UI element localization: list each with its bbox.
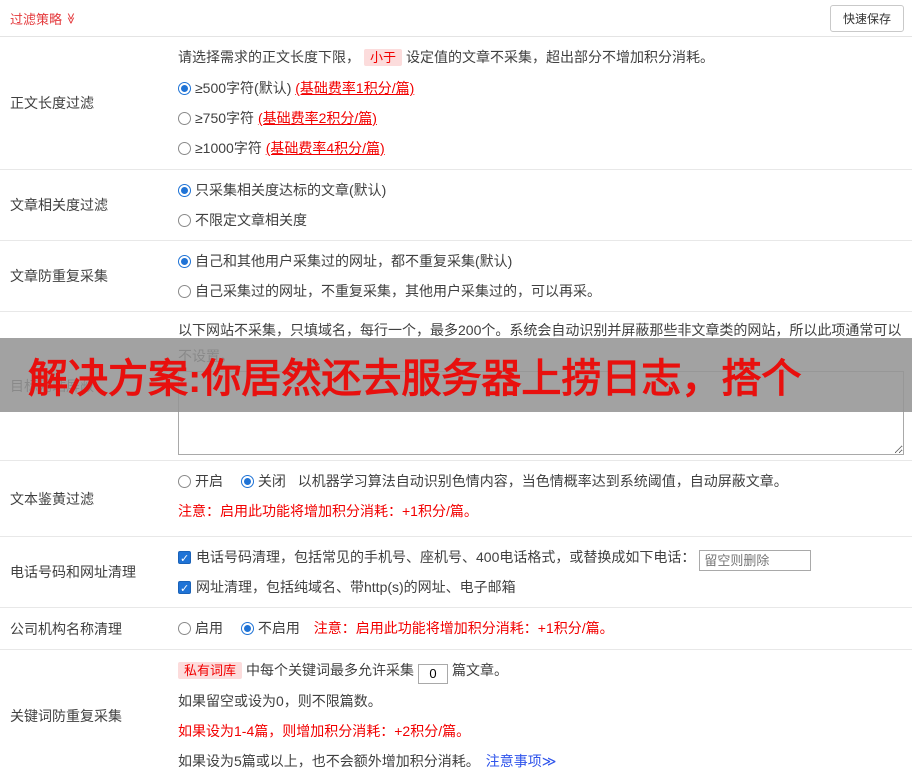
radio-label: 开启 [195,473,223,489]
keyword-dedup-cost-note: 如果设为1-4篇，则增加积分消耗：+2积分/篇。 [178,716,904,746]
radio-option-relevance-no[interactable]: 不限定文章相关度 [178,205,904,235]
highlight-chip-private-lexicon: 私有词库 [178,662,242,679]
checkbox-option-url-clean[interactable]: 网址清理，包括纯域名、带http(s)的网址、电子邮箱 [178,572,904,602]
row-company-clean: 公司机构名称清理 启用 不启用 注意：启用此功能将增加积分消耗：+1积分/篇。 [0,608,912,650]
rate-note: (基础费率1积分/篇) [295,80,414,96]
checkbox-option-phone-clean[interactable]: 电话号码清理，包括常见的手机号、座机号、400电话格式，或替换成如下电话： [178,542,904,572]
radio-option-dedup-all[interactable]: 自己和其他用户采集过的网址，都不重复采集(默认) [178,246,904,276]
row-relevance-filter: 文章相关度过滤 只采集相关度达标的文章(默认) 不限定文章相关度 [0,170,912,241]
row-label-phone-url: 电话号码和网址清理 [0,537,178,607]
desc-text: 请选择需求的正文长度下限， [178,49,360,65]
radio-label: 启用 [195,620,223,636]
company-clean-cost-note: 注意：启用此功能将增加积分消耗：+1积分/篇。 [314,620,614,636]
keyword-dedup-line2: 如果留空或设为0，则不限篇数。 [178,686,904,716]
radio-option-500[interactable]: ≥500字符(默认) (基础费率1积分/篇) [178,73,904,103]
highlight-chip-less-than: 小于 [364,49,402,66]
replacement-phone-input[interactable] [699,550,811,571]
watermark-overlay: 解决方案:你居然还去服务器上捞日志，搭个 [0,338,912,412]
row-porn-filter: 文本鉴黄过滤 开启 关闭 以机器学习算法自动识别色情内容，当色情概率达到系统阈值… [0,461,912,537]
porn-filter-desc: 以机器学习算法自动识别色情内容，当色情概率达到系统阈值，自动屏蔽文章。 [298,473,788,489]
row-body-length-filter: 正文长度过滤 请选择需求的正文长度下限，小于设定值的文章不采集，超出部分不增加积… [0,37,912,170]
row-label-porn-filter: 文本鉴黄过滤 [0,461,178,536]
radio-label: 自己和其他用户采集过的网址，都不重复采集(默认) [195,253,512,269]
body-length-desc: 请选择需求的正文长度下限，小于设定值的文章不采集，超出部分不增加积分消耗。 [178,42,904,73]
radio-option-dedup-self[interactable]: 自己采集过的网址，不重复采集，其他用户采集过的，可以再采。 [178,276,904,306]
checkbox-label: 网址清理，包括纯域名、带http(s)的网址、电子邮箱 [196,579,516,595]
row-label-company-clean: 公司机构名称清理 [0,608,178,649]
page-title-text: 过滤策略 [10,9,62,28]
dedup-content: 自己和其他用户采集过的网址，都不重复采集(默认) 自己采集过的网址，不重复采集，… [178,241,912,311]
radio-option-1000[interactable]: ≥1000字符 (基础费率4积分/篇) [178,133,904,163]
keyword-dedup-line1: 私有词库中每个关键词最多允许采集 篇文章。 [178,655,904,686]
row-phone-url-clean: 电话号码和网址清理 电话号码清理，包括常见的手机号、座机号、400电话格式，或替… [0,537,912,608]
radio-icon[interactable] [241,622,254,635]
keyword-dedup-line1-suffix: 篇文章。 [452,662,508,678]
radio-icon[interactable] [178,475,191,488]
rate-note: (基础费率4积分/篇) [266,140,385,156]
company-clean-content: 启用 不启用 注意：启用此功能将增加积分消耗：+1积分/篇。 [178,608,912,649]
radio-label: 只采集相关度达标的文章(默认) [195,182,386,198]
row-label-dedup: 文章防重复采集 [0,241,178,311]
row-label-keyword-dedup: 关键词防重复采集 [0,650,178,768]
radio-option-porn-on[interactable]: 开启 [178,473,223,489]
notes-link[interactable]: 注意事项≫ [486,753,557,768]
keyword-dedup-line1-text: 中每个关键词最多允许采集 [246,662,414,678]
radio-label: ≥750字符 [195,110,254,126]
chevron-down-icon: ≫ [64,12,77,24]
radio-option-porn-off[interactable]: 关闭 [241,473,286,489]
watermark-text: 解决方案:你居然还去服务器上捞日志，搭个 [28,346,801,404]
radio-icon[interactable] [178,214,191,227]
radio-label: 自己采集过的网址，不重复采集，其他用户采集过的，可以再采。 [195,283,601,299]
radio-icon[interactable] [178,622,191,635]
radio-icon[interactable] [178,82,191,95]
checkbox-icon[interactable] [178,581,191,594]
rate-note: (基础费率2积分/篇) [258,110,377,126]
porn-filter-cost-note: 注意：启用此功能将增加积分消耗：+1积分/篇。 [178,496,904,526]
radio-label: 不启用 [258,620,300,636]
radio-label: 不限定文章相关度 [195,212,307,228]
phone-url-content: 电话号码清理，包括常见的手机号、座机号、400电话格式，或替换成如下电话： 网址… [178,537,912,607]
radio-icon[interactable] [178,255,191,268]
row-label-body-length: 正文长度过滤 [0,37,178,169]
radio-option-750[interactable]: ≥750字符 (基础费率2积分/篇) [178,103,904,133]
quick-save-button[interactable]: 快速保存 [830,5,904,32]
keyword-dedup-content: 私有词库中每个关键词最多允许采集 篇文章。 如果留空或设为0，则不限篇数。 如果设… [178,650,912,768]
row-keyword-dedup: 关键词防重复采集 私有词库中每个关键词最多允许采集 篇文章。 如果留空或设为0，则… [0,650,912,768]
row-label-relevance: 文章相关度过滤 [0,170,178,240]
radio-icon[interactable] [241,475,254,488]
keyword-dedup-line4: 如果设为5篇或以上，也不会额外增加积分消耗。注意事项≫ [178,746,904,768]
radio-label: ≥1000字符 [195,140,262,156]
desc-text: 设定值的文章不采集，超出部分不增加积分消耗。 [406,49,714,65]
row-dedup-collect: 文章防重复采集 自己和其他用户采集过的网址，都不重复采集(默认) 自己采集过的网… [0,241,912,312]
radio-icon[interactable] [178,142,191,155]
checkbox-label: 电话号码清理，包括常见的手机号、座机号、400电话格式，或替换成如下电话： [196,549,695,565]
radio-option-relevance-yes[interactable]: 只采集相关度达标的文章(默认) [178,175,904,205]
header-bar: 过滤策略 ≫ 快速保存 [0,0,912,37]
max-articles-input[interactable] [418,664,448,684]
keyword-dedup-line4-text: 如果设为5篇或以上，也不会额外增加积分消耗。 [178,753,480,768]
radio-option-company-off[interactable]: 不启用 [241,620,300,636]
porn-filter-options: 开启 关闭 以机器学习算法自动识别色情内容，当色情概率达到系统阈值，自动屏蔽文章… [178,466,904,496]
radio-label: ≥500字符(默认) [195,80,291,96]
body-length-content: 请选择需求的正文长度下限，小于设定值的文章不采集，超出部分不增加积分消耗。 ≥5… [178,37,912,169]
page-title: 过滤策略 ≫ [10,9,77,28]
radio-icon[interactable] [178,184,191,197]
radio-icon[interactable] [178,112,191,125]
radio-option-company-on[interactable]: 启用 [178,620,223,636]
checkbox-icon[interactable] [178,551,191,564]
radio-icon[interactable] [178,285,191,298]
radio-label: 关闭 [258,473,286,489]
relevance-content: 只采集相关度达标的文章(默认) 不限定文章相关度 [178,170,912,240]
company-clean-options: 启用 不启用 注意：启用此功能将增加积分消耗：+1积分/篇。 [178,613,904,643]
porn-filter-content: 开启 关闭 以机器学习算法自动识别色情内容，当色情概率达到系统阈值，自动屏蔽文章… [178,461,912,536]
filter-strategy-page: 过滤策略 ≫ 快速保存 正文长度过滤 请选择需求的正文长度下限，小于设定值的文章… [0,0,912,768]
